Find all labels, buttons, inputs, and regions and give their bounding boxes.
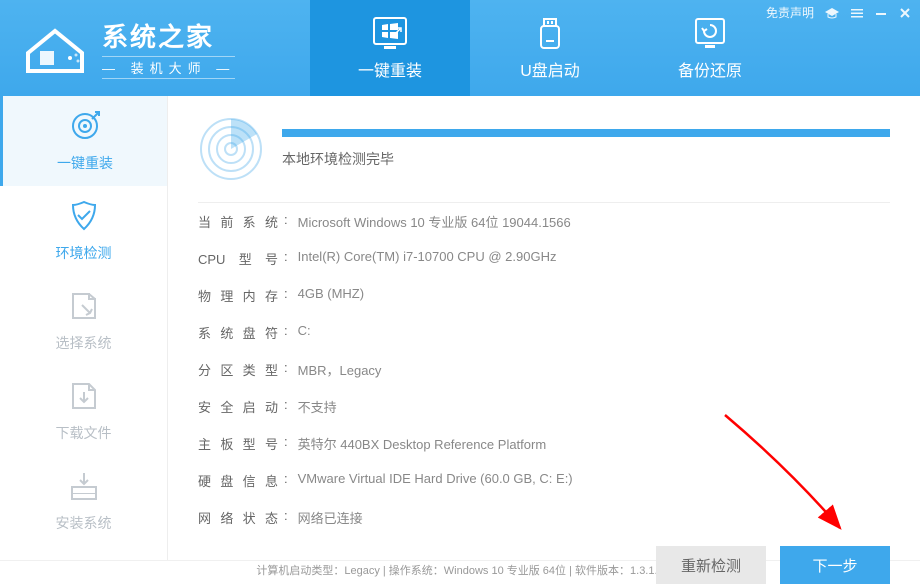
info-row-network: 网络状态:网络已连接: [198, 499, 890, 536]
info-row-secureboot: 安全启动:不支持: [198, 388, 890, 425]
main-panel: 本地环境检测完毕 当前系统:Microsoft Windows 10 专业版 6…: [168, 96, 920, 560]
logo-subtitle: — 装机大师 —: [102, 56, 235, 79]
sidebar-label: 环境检测: [56, 243, 112, 263]
menu-icon[interactable]: [850, 6, 864, 20]
sidebar-label: 选择系统: [56, 333, 112, 353]
close-icon[interactable]: [898, 6, 912, 20]
sidebar-item-install: 安装系统: [0, 456, 167, 546]
select-icon: [67, 289, 101, 323]
target-icon: [68, 109, 102, 143]
sidebar-item-download: 下载文件: [0, 366, 167, 456]
logo-text: 系统之家 — 装机大师 —: [102, 17, 235, 79]
tab-usb-boot[interactable]: U盘启动: [470, 0, 630, 96]
detect-status: 本地环境检测完毕: [282, 149, 890, 169]
tab-reinstall[interactable]: 一键重装: [310, 0, 470, 96]
tab-label: 一键重装: [358, 57, 422, 81]
detect-row: 本地环境检测完毕: [198, 116, 890, 182]
logo-title: 系统之家: [102, 17, 235, 54]
sidebar-label: 安装系统: [56, 513, 112, 533]
detect-right: 本地环境检测完毕: [282, 129, 890, 169]
body-area: 一键重装 环境检测 选择系统 下载文件 安装系统: [0, 96, 920, 560]
radar-icon: [198, 116, 264, 182]
sidebar: 一键重装 环境检测 选择系统 下载文件 安装系统: [0, 96, 168, 560]
info-row-drive: 系统盘符:C:: [198, 314, 890, 351]
window-controls: 免责声明: [766, 4, 912, 21]
logo-area: 系统之家 — 装机大师 —: [0, 17, 300, 79]
tab-label: U盘启动: [520, 57, 580, 81]
header: 系统之家 — 装机大师 — 一键重装 U盘启动 备份还原 免责声明: [0, 0, 920, 96]
download-icon: [67, 379, 101, 413]
info-row-ram: 物理内存:4GB (MHZ): [198, 277, 890, 314]
shield-check-icon: [67, 199, 101, 233]
minimize-icon[interactable]: [874, 6, 888, 20]
tab-label: 备份还原: [678, 57, 742, 81]
progress-bar: [282, 129, 890, 137]
graduation-icon[interactable]: [824, 6, 840, 20]
info-row-os: 当前系统:Microsoft Windows 10 专业版 64位 19044.…: [198, 203, 890, 240]
windows-icon: [370, 15, 410, 51]
disclaimer-link[interactable]: 免责声明: [766, 4, 814, 21]
sidebar-item-select-system: 选择系统: [0, 276, 167, 366]
install-icon: [67, 469, 101, 503]
sidebar-label: 下载文件: [56, 423, 112, 443]
next-button[interactable]: 下一步: [780, 546, 890, 584]
action-row: 重新检测 下一步: [198, 546, 890, 584]
recheck-button[interactable]: 重新检测: [656, 546, 766, 584]
sidebar-item-reinstall[interactable]: 一键重装: [0, 96, 167, 186]
sidebar-item-env-check[interactable]: 环境检测: [0, 186, 167, 276]
sidebar-label: 一键重装: [57, 153, 113, 173]
usb-icon: [530, 15, 570, 51]
info-row-mb: 主板型号:英特尔 440BX Desktop Reference Platfor…: [198, 425, 890, 462]
header-tabs: 一键重装 U盘启动 备份还原: [310, 0, 790, 96]
info-row-partition: 分区类型:MBR，Legacy: [198, 351, 890, 388]
logo-icon: [20, 23, 90, 73]
info-list: 当前系统:Microsoft Windows 10 专业版 64位 19044.…: [198, 202, 890, 536]
info-row-cpu: CPU型号:Intel(R) Core(TM) i7-10700 CPU @ 2…: [198, 240, 890, 277]
info-row-disk: 硬盘信息:VMware Virtual IDE Hard Drive (60.0…: [198, 462, 890, 499]
backup-icon: [690, 15, 730, 51]
